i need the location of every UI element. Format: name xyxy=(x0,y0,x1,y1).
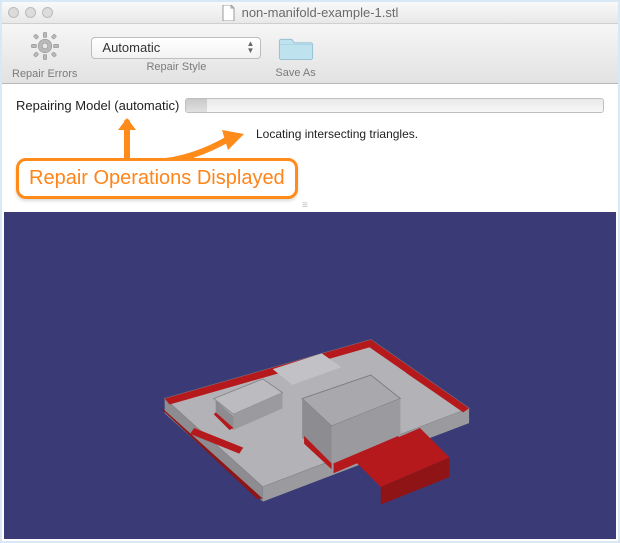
window-title: non-manifold-example-1.stl xyxy=(2,5,618,21)
model-render xyxy=(4,212,616,539)
repair-errors-button[interactable]: Repair Errors xyxy=(12,29,77,80)
annotation-text: Repair Operations Displayed xyxy=(16,158,298,199)
repair-progress-fill xyxy=(186,99,207,112)
panel-resize-grip[interactable]: ≡ xyxy=(302,200,310,211)
repair-style-label: Repair Style xyxy=(146,61,206,73)
repair-status-text: Locating intersecting triangles. xyxy=(256,127,604,141)
repair-progress-bar xyxy=(185,98,604,113)
window-titlebar: non-manifold-example-1.stl xyxy=(2,2,618,24)
repair-errors-label: Repair Errors xyxy=(12,68,77,80)
zoom-window-button[interactable] xyxy=(42,7,53,18)
annotation-callout: Repair Operations Displayed xyxy=(16,158,298,199)
folder-icon xyxy=(278,30,314,65)
repair-style-value: Automatic xyxy=(102,40,160,55)
window-title-text: non-manifold-example-1.stl xyxy=(242,5,399,20)
window-controls[interactable] xyxy=(8,7,53,18)
model-viewport[interactable] xyxy=(4,212,616,539)
repair-style-group: Automatic ▲▼ Repair Style xyxy=(91,37,261,73)
repair-style-select[interactable]: Automatic ▲▼ xyxy=(91,37,261,59)
document-icon xyxy=(222,5,236,21)
save-as-button[interactable]: Save As xyxy=(275,30,315,79)
chevron-updown-icon: ▲▼ xyxy=(246,41,254,54)
repair-heading: Repairing Model (automatic) xyxy=(16,98,179,113)
gear-icon xyxy=(28,29,62,66)
close-window-button[interactable] xyxy=(8,7,19,18)
save-as-label: Save As xyxy=(275,67,315,79)
toolbar: Repair Errors Automatic ▲▼ Repair Style … xyxy=(2,24,618,84)
minimize-window-button[interactable] xyxy=(25,7,36,18)
repair-panel: Repairing Model (automatic) Locating int… xyxy=(2,84,618,151)
annotation-arrow-up xyxy=(112,116,142,163)
